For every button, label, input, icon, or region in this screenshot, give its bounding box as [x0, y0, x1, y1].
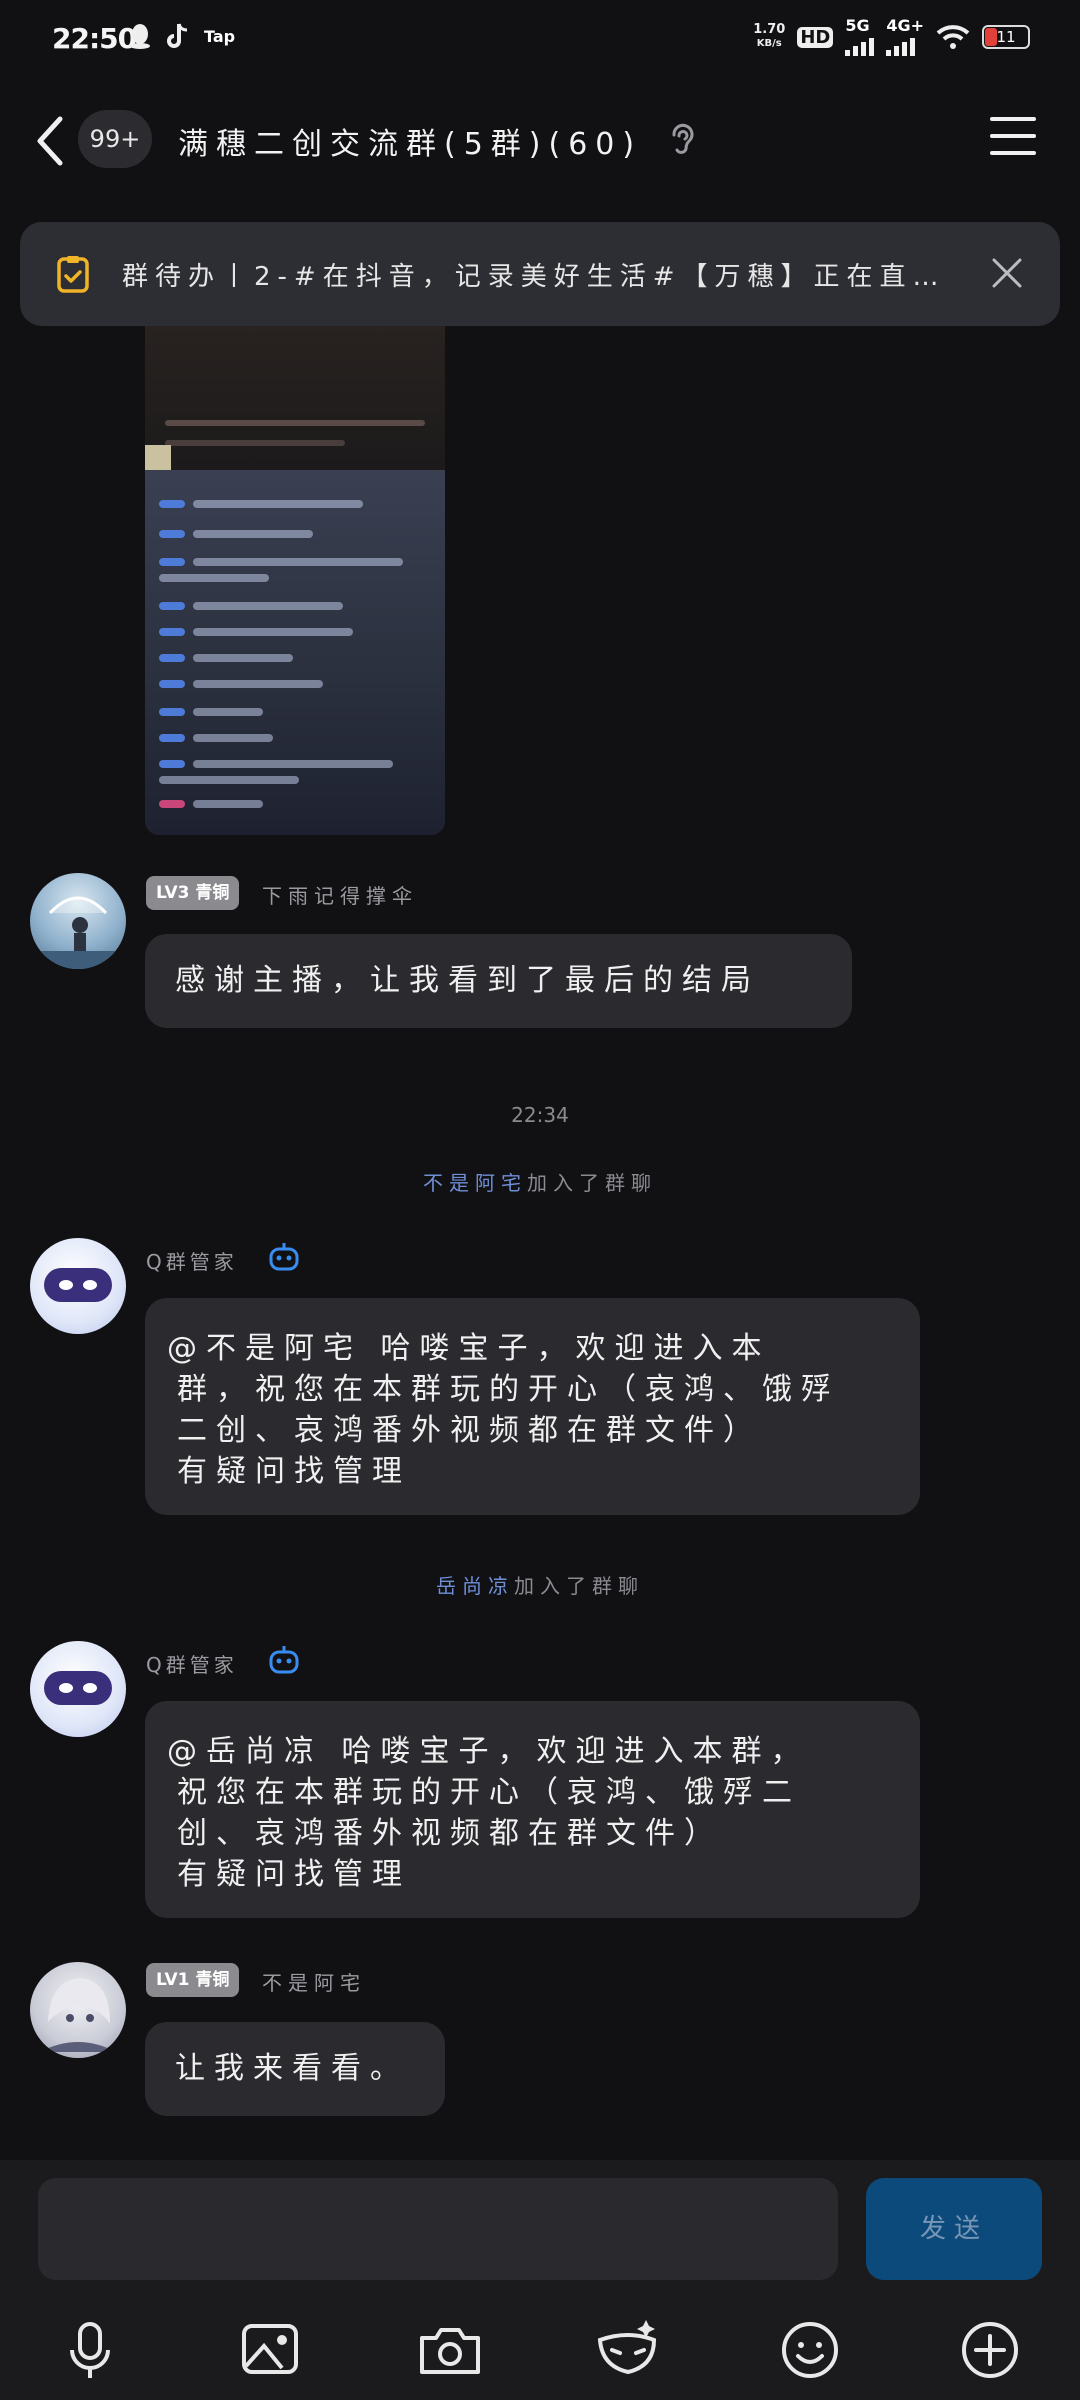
member-level-badge: LV1 青铜	[146, 1963, 240, 1997]
message-text-line: 有疑问找管理	[177, 1857, 411, 1892]
avatar[interactable]	[30, 1962, 126, 2058]
bot-avatar[interactable]	[30, 1238, 126, 1334]
image-icon[interactable]	[230, 2310, 310, 2390]
composer-toolbar	[0, 2310, 1080, 2390]
system-indicators: 1.70 KB/s HD 5G 4G+ 11	[753, 18, 1030, 56]
bot-badge-icon	[269, 1646, 299, 1674]
network-speed: 1.70 KB/s	[753, 22, 786, 50]
microphone-icon[interactable]	[50, 2310, 130, 2390]
camera-icon[interactable]	[410, 2310, 490, 2390]
robot-face-icon	[44, 1268, 112, 1302]
avatar-anime-icon	[40, 1978, 116, 2052]
unread-count-badge[interactable]: 99+	[78, 110, 152, 168]
message-text-line: 创、哀鸿番外视频都在群文件）	[177, 1816, 723, 1851]
close-icon[interactable]	[990, 256, 1024, 290]
status-time: 22:50	[52, 22, 137, 55]
hd-voice-icon: HD	[797, 26, 834, 48]
qq-penguin-icon	[130, 24, 150, 49]
message-bubble[interactable]: 让我来看看。	[145, 2022, 445, 2116]
time-separator: 22:34	[511, 1103, 569, 1127]
system-join-notice: 岳尚凉加入了群聊	[436, 1574, 644, 1598]
group-title[interactable]: 满穗二创交流群(5群)(60)	[178, 119, 642, 163]
ear-icon[interactable]	[668, 121, 696, 157]
sender-nickname[interactable]: Q群管家	[146, 1246, 238, 1275]
status-bar: 22:50 Tap 1.70 KB/s HD 5G 4G+ 11	[0, 0, 1080, 80]
taptap-icon: Tap	[204, 26, 236, 46]
wifi-icon	[936, 25, 970, 49]
robot-face-icon	[44, 1671, 112, 1705]
system-join-notice: 不是阿宅加入了群聊	[423, 1171, 657, 1195]
plus-icon[interactable]	[950, 2310, 1030, 2390]
signal-4g: 4G+	[886, 18, 924, 56]
sender-nickname[interactable]: 不是阿宅	[262, 1967, 366, 1996]
notification-icons: Tap	[128, 22, 235, 50]
message-bubble[interactable]: @岳尚凉 哈喽宝子，欢迎进入本群， 祝您在本群玩的开心（哀鸿、饿殍二 创、哀鸿番…	[145, 1701, 920, 1918]
screenshot-comment-area	[145, 470, 445, 835]
message-text: 感谢主播，让我看到了最后的结局	[175, 963, 760, 998]
tiktok-icon	[167, 23, 188, 48]
signal-bars-icon	[845, 34, 875, 56]
menu-icon[interactable]	[990, 117, 1036, 157]
signal-bars-icon	[886, 34, 916, 56]
chat-screen: 22:50 Tap 1.70 KB/s HD 5G 4G+ 11 99+ 满穗二…	[0, 0, 1080, 2400]
message-text-line: 祝您在本群玩的开心（哀鸿、饿殍二	[177, 1775, 801, 1810]
sender-nickname[interactable]: Q群管家	[146, 1649, 238, 1678]
member-level-badge: LV3 青铜	[146, 876, 240, 910]
message-text-line: 群，祝您在本群玩的开心（哀鸿、饿殍	[177, 1372, 840, 1407]
message-text: 让我来看看。	[175, 2051, 409, 2086]
message-text-line: 二创、哀鸿番外视频都在群文件）	[177, 1413, 762, 1448]
message-text-line: 有疑问找管理	[177, 1454, 411, 1489]
mask-icon[interactable]	[588, 2310, 668, 2390]
bot-badge-icon	[269, 1243, 299, 1271]
message-bubble[interactable]: 感谢主播，让我看到了最后的结局	[145, 934, 852, 1028]
todo-text: 群待办丨2-#在抖音，记录美好生活#【万穗】正在直…	[122, 262, 946, 292]
joined-member-name[interactable]: 岳尚凉	[436, 1574, 514, 1598]
todo-clipboard-icon	[57, 256, 89, 293]
signal-5g: 5G	[845, 18, 875, 56]
message-bubble[interactable]: @不是阿宅 哈喽宝子，欢迎进入本 群，祝您在本群玩的开心（哀鸿、饿殍 二创、哀鸿…	[145, 1298, 920, 1515]
message-text-line: @岳尚凉 哈喽宝子，欢迎进入本群，	[167, 1734, 810, 1769]
sender-nickname[interactable]: 下雨记得撑伞	[262, 880, 418, 909]
group-todo-banner[interactable]: 群待办丨2-#在抖音，记录美好生活#【万穗】正在直…	[20, 222, 1060, 326]
bot-avatar[interactable]	[30, 1641, 126, 1737]
shared-screenshot-image[interactable]	[145, 300, 445, 835]
send-button[interactable]: 发送	[866, 2178, 1042, 2280]
joined-member-name[interactable]: 不是阿宅	[423, 1171, 527, 1195]
battery-icon: 11	[982, 25, 1030, 49]
avatar[interactable]	[30, 873, 126, 969]
back-arrow-icon[interactable]	[30, 113, 70, 169]
emoji-icon[interactable]	[770, 2310, 850, 2390]
message-input[interactable]	[38, 2178, 838, 2280]
message-text-line: @不是阿宅 哈喽宝子，欢迎进入本	[167, 1331, 771, 1366]
message-composer: 发送	[0, 2160, 1080, 2400]
avatar-figure-icon	[30, 896, 126, 969]
chat-header: 99+ 满穗二创交流群(5群)(60)	[0, 95, 1080, 185]
